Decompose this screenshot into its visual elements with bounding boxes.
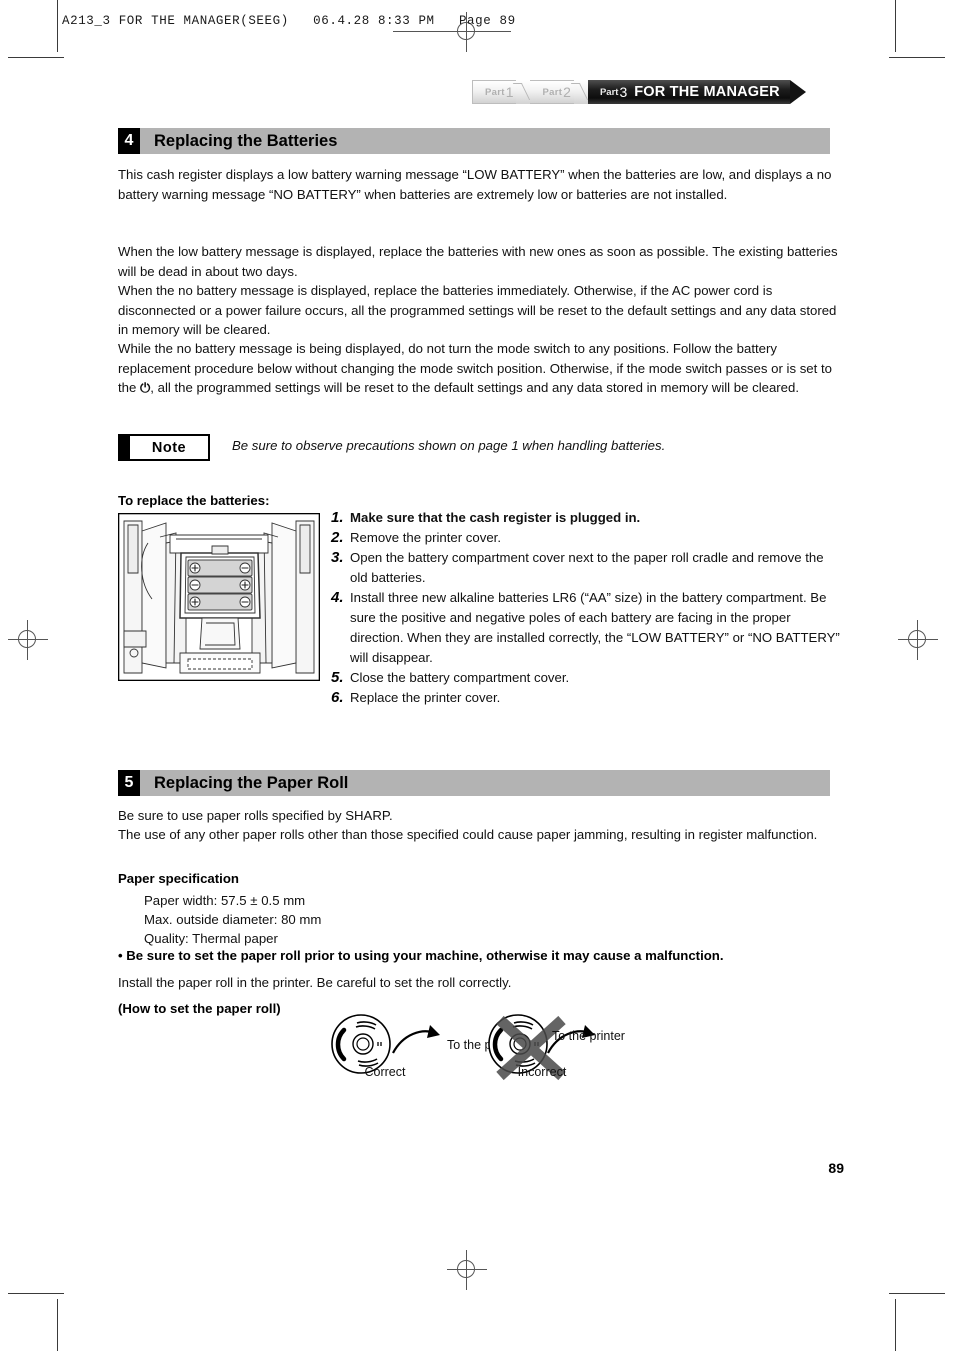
battery-compartment-illustration [117,512,321,682]
section-number-4: 4 [118,128,140,154]
step-text: Remove the printer cover. [350,530,501,545]
part-tab-1: Part 1 [472,80,517,104]
section-header-5: 5 Replacing the Paper Roll [118,770,830,796]
paragraph-text: This cash register displays a low batter… [118,167,832,202]
paragraph-text: Be sure to use paper rolls specified by … [118,808,393,823]
section-title-5: Replacing the Paper Roll [140,770,830,796]
step-number: 3. [331,549,344,566]
crop-mark-bottom-right-vertical [895,1299,896,1351]
paper-spec-width: Paper width: 57.5 ± 0.5 mm [144,893,306,908]
paper-roll-intro-2: The use of any other paper rolls other t… [118,825,840,845]
crop-mark-top-right-horizontal [889,57,945,58]
paper-spec-diameter: Max. outside diameter: 80 mm [144,912,322,927]
correct-caption: Correct [364,1065,406,1079]
part-banner-title: FOR THE MANAGER [634,84,780,100]
paper-spec-quality: Quality: Thermal paper [144,931,278,946]
banner-arrow-icon [789,80,806,104]
crop-mark-top-left-horizontal [8,57,64,58]
section-title-4: Replacing the Batteries [140,128,830,154]
section-header-4: 4 Replacing the Batteries [118,128,830,154]
procedure-step: 1. Make sure that the cash register is p… [331,508,841,528]
paragraph-text: The use of any other paper rolls other t… [118,827,818,842]
note-text: Be sure to observe precautions shown on … [232,438,666,453]
registration-mark-bottom [447,1250,487,1290]
paragraph-text: While the no battery message is being di… [118,339,840,398]
procedure-steps: 1. Make sure that the cash register is p… [331,508,841,708]
part-tab-1-label: Part [485,86,505,98]
step-text: Open the battery compartment cover next … [350,550,824,585]
print-header-rule [393,31,511,32]
section-4-paragraph-2: When the low battery message is displaye… [118,242,840,281]
step-number: 6. [331,689,344,706]
procedure-step: 5. Close the battery compartment cover. [331,668,841,688]
paragraph-text: When the no battery message is displayed… [118,283,837,338]
paper-roll-bullet-warning: • Be sure to set the paper roll prior to… [118,948,724,963]
part-tab-2: Part 2 [530,80,574,104]
section-4-paragraph-1: This cash register displays a low batter… [118,165,840,204]
crop-mark-bottom-left-horizontal [8,1293,64,1294]
part-tab-3-active: Part 3 FOR THE MANAGER [587,80,790,104]
incorrect-caption: Incorrect [517,1065,567,1079]
section-number-5: 5 [118,770,140,796]
part-chevron-1-icon [516,80,531,104]
step-text: Replace the printer cover. [350,690,501,705]
page-number: 89 [828,1160,844,1176]
power-symbol-icon: ⏻ [140,380,151,396]
paragraph-text: When the low battery message is displaye… [118,244,838,279]
part-chevron-2-icon [573,80,588,104]
part-tab-2-number: 2 [563,84,571,100]
part-tab-2-label: Part [542,86,563,98]
procedure-step: 2. Remove the printer cover. [331,528,841,548]
paper-roll-install-note: Install the paper roll in the printer. B… [118,975,512,990]
crop-mark-bottom-left-vertical [57,1299,58,1351]
registration-mark-left [8,620,48,660]
step-text: Close the battery compartment cover. [350,670,570,685]
step-text: Install three new alkaline batteries LR6… [350,590,840,665]
part-tab-1-number: 1 [505,84,514,100]
paper-specification-heading: Paper specification [118,871,239,886]
section-4-paragraph-3: When the no battery message is displayed… [118,281,840,340]
registration-mark-right [898,620,938,660]
part-banner: Part 1 Part 2 Part 3 FOR THE MANAGER [472,80,806,104]
procedure-step: 6. Replace the printer cover. [331,688,841,708]
note-block: Note Be sure to observe precautions show… [118,434,665,461]
step-text: Make sure that the cash register is plug… [350,510,641,525]
procedure-heading: To replace the batteries: [118,493,270,508]
incorrect-arrow-label-text: To the printer [552,1029,625,1043]
document-page: A213_3 FOR THE MANAGER(SEEG) 06.4.28 8:3… [0,0,954,1351]
paragraph-text-part-b: , all the programmed settings will be re… [150,380,800,396]
how-to-set-paper-roll-heading: (How to set the paper roll) [118,1001,281,1016]
step-number: 5. [331,669,344,686]
crop-mark-top-right-vertical [895,0,896,52]
procedure-step: 3. Open the battery compartment cover ne… [331,548,841,588]
section-4-paragraph-4: While the no battery message is being di… [118,339,840,398]
part-tab-3-number: 3 [619,84,628,100]
step-number: 2. [331,529,344,546]
note-label: Note [128,434,210,461]
print-header-line: A213_3 FOR THE MANAGER(SEEG) 06.4.28 8:3… [62,14,516,28]
crop-mark-top-left-vertical [57,0,58,52]
paper-roll-intro-1: Be sure to use paper rolls specified by … [118,806,840,826]
step-number: 4. [331,589,344,606]
procedure-step: 4. Install three new alkaline batteries … [331,588,841,668]
crop-mark-bottom-right-horizontal [889,1293,945,1294]
part-tab-3-label: Part [599,86,619,98]
step-number: 1. [331,509,344,526]
